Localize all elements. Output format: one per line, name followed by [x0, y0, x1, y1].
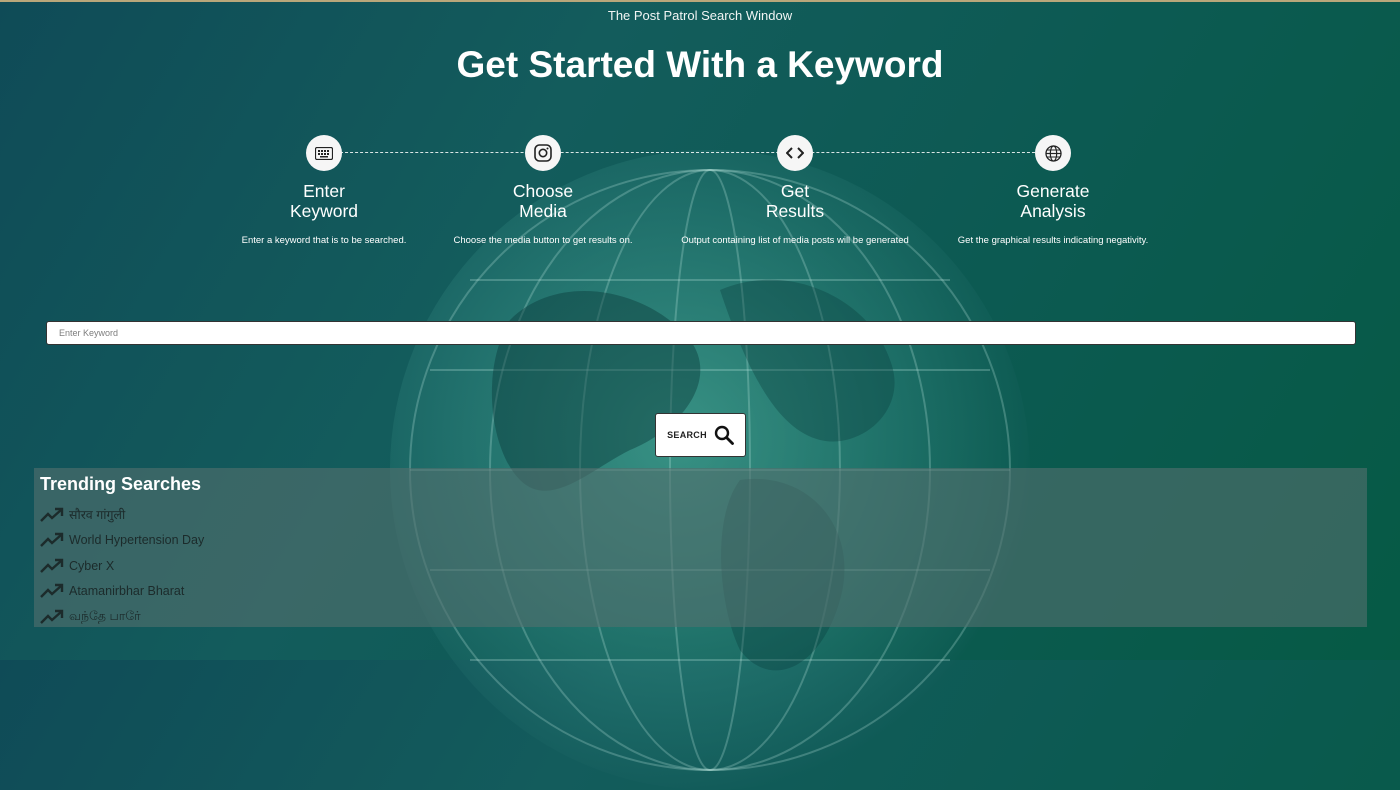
trending-up-icon — [40, 558, 64, 573]
trending-searches-panel: Trending Searches सौरव गांगुली World Hyp… — [34, 468, 1367, 627]
trending-item[interactable]: Cyber X — [40, 553, 204, 579]
page-title: Get Started With a Keyword — [456, 44, 944, 85]
trending-item-label: Atamanirbhar Bharat — [69, 584, 185, 599]
trending-up-icon — [40, 533, 64, 548]
step-get-results: Get Results Output containing list of me… — [675, 135, 915, 246]
keyword-search-input[interactable] — [46, 321, 1356, 345]
trending-up-icon — [40, 507, 64, 522]
step-choose-media: Choose Media Choose the media button to … — [423, 135, 663, 246]
code-icon — [786, 147, 804, 159]
step-icon-circle — [777, 135, 813, 171]
trending-up-icon — [40, 584, 64, 599]
search-button[interactable]: SEARCH — [655, 413, 746, 457]
step-title: Choose Media — [512, 181, 574, 221]
trending-up-icon — [40, 609, 64, 624]
trending-heading: Trending Searches — [40, 474, 202, 494]
step-description: Output containing list of media posts wi… — [681, 235, 909, 246]
top-border — [0, 0, 1400, 2]
trending-item[interactable]: வந்தே பாரே் — [40, 604, 204, 630]
window-title: The Post Patrol Search Window — [607, 8, 793, 23]
step-enter-keyword: Enter Keyword Enter a keyword that is to… — [204, 135, 444, 246]
step-description: Enter a keyword that is to be searched. — [241, 235, 407, 246]
step-icon-circle — [306, 135, 342, 171]
trending-item[interactable]: सौरव गांगुली — [40, 502, 204, 528]
step-title: Get Results — [765, 181, 825, 221]
step-title: Enter Keyword — [289, 181, 359, 221]
globe-icon — [1044, 144, 1062, 162]
trending-item[interactable]: Atamanirbhar Bharat — [40, 579, 204, 605]
step-title: Generate Analysis — [1016, 181, 1090, 221]
trending-item-label: World Hypertension Day — [69, 533, 205, 548]
step-icon-circle — [525, 135, 561, 171]
instagram-icon — [534, 144, 552, 162]
step-generate-analysis: Generate Analysis Get the graphical resu… — [933, 135, 1173, 246]
search-button-label: SEARCH — [667, 430, 707, 440]
magnifier-icon — [714, 425, 734, 445]
trending-item-label: सौरव गांगुली — [69, 508, 126, 523]
trending-item-label: வந்தே பாரே் — [69, 608, 141, 623]
step-icon-circle — [1035, 135, 1071, 171]
keyboard-icon — [315, 146, 333, 160]
trending-item[interactable]: World Hypertension Day — [40, 528, 204, 554]
step-description: Choose the media button to get results o… — [453, 235, 633, 246]
trending-item-label: Cyber X — [69, 558, 115, 573]
step-description: Get the graphical results indicating neg… — [957, 235, 1149, 246]
trending-list: सौरव गांगुली World Hypertension Day Cybe… — [40, 502, 204, 630]
